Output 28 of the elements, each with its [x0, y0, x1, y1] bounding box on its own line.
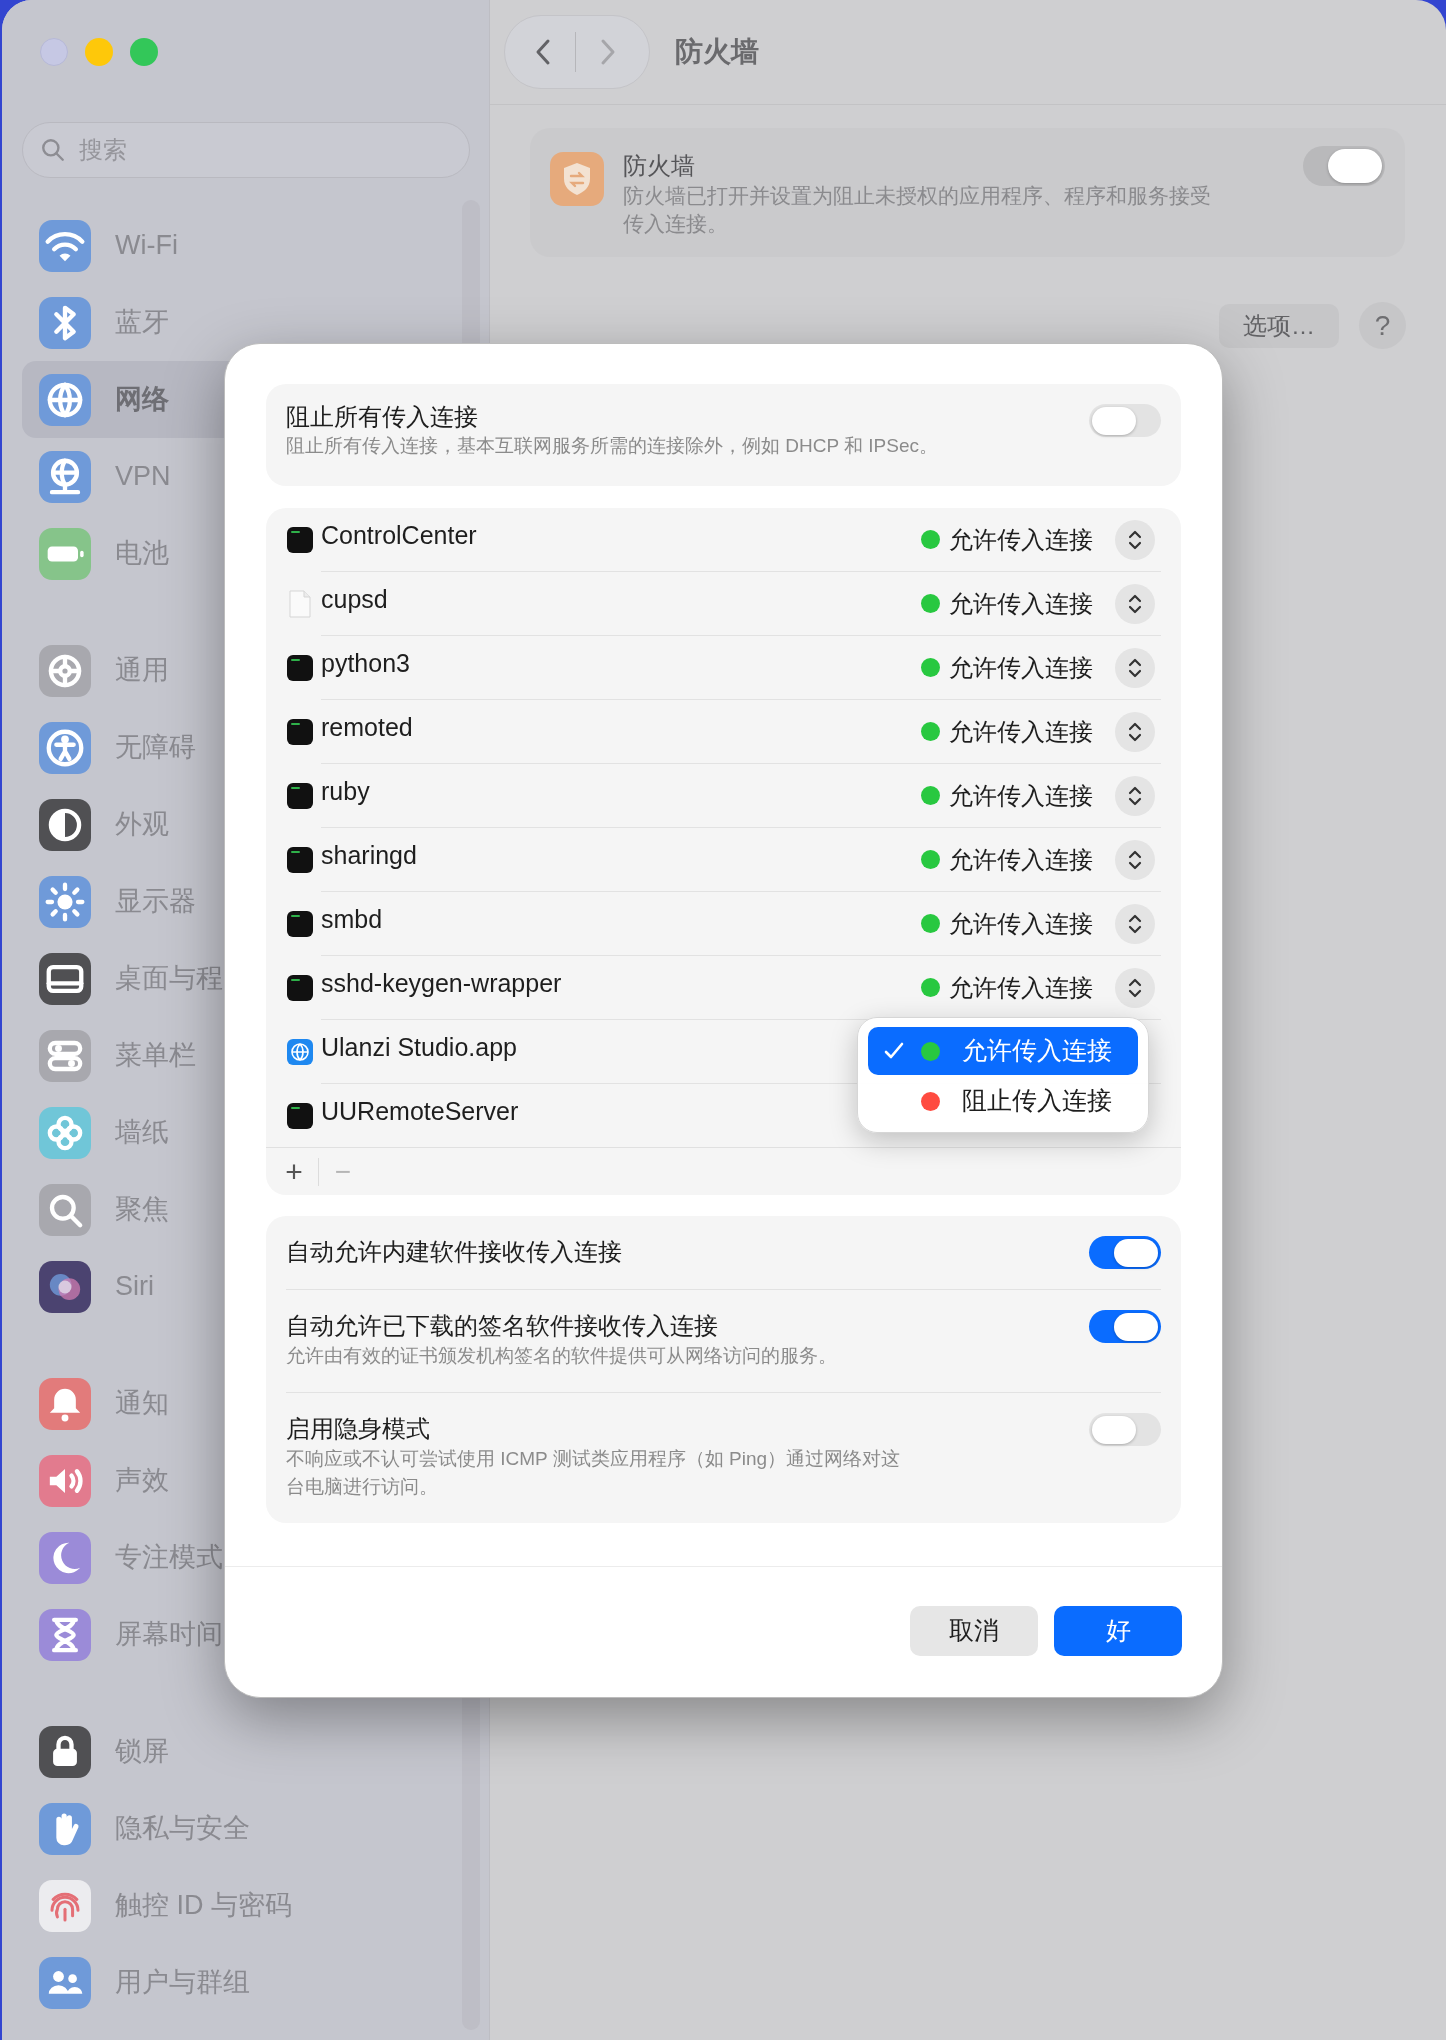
status-label: 允许传入连接: [949, 716, 1093, 747]
app-name: cupsd: [321, 583, 388, 615]
setting-title: 阻止所有传入连接: [286, 402, 479, 432]
status-label: 允许传入连接: [949, 652, 1093, 683]
setting-title: 自动允许已下载的签名软件接收传入连接: [286, 1311, 719, 1341]
app-name: sshd-keygen-wrapper: [321, 967, 562, 999]
app-name: smbd: [321, 903, 383, 935]
setting-title: 自动允许内建软件接收传入连接: [286, 1237, 623, 1267]
app-name: remoted: [321, 711, 413, 743]
status-label: 允许传入连接: [949, 524, 1093, 555]
status-label: 允许传入连接: [949, 780, 1093, 811]
app-name: Ulanzi Studio.app: [321, 1031, 517, 1063]
status-label: 允许传入连接: [949, 588, 1093, 619]
app-name: ruby: [321, 775, 370, 807]
setting-description: 阻止所有传入连接，基本互联网服务所需的连接除外，例如 DHCP 和 IPSec。: [286, 434, 940, 458]
setting-description: 允许由有效的证书颁发机构签名的软件提供可从网络访问的服务。: [286, 1344, 838, 1368]
app-name: UURemoteServer: [321, 1095, 519, 1127]
firewall-title: 防火墙: [623, 152, 696, 180]
status-label: 允许传入连接: [949, 908, 1093, 939]
status-label: 允许传入连接: [949, 972, 1093, 1003]
firewall-description: 防火墙已打开并设置为阻止未授权的应用程序、程序和服务接受传入连接。: [623, 183, 1212, 237]
status-label: 允许传入连接: [949, 844, 1093, 875]
app-name: python3: [321, 647, 410, 679]
app-name: sharingd: [321, 839, 417, 871]
page-title: 防火墙: [675, 35, 759, 69]
setting-description: 不响应或不认可尝试使用 ICMP 测试类应用程序（如 Ping）通过网络对这台电脑进行访问。: [286, 1447, 902, 1499]
app-name: ControlCenter: [321, 519, 477, 551]
setting-title: 启用隐身模式: [286, 1414, 431, 1444]
